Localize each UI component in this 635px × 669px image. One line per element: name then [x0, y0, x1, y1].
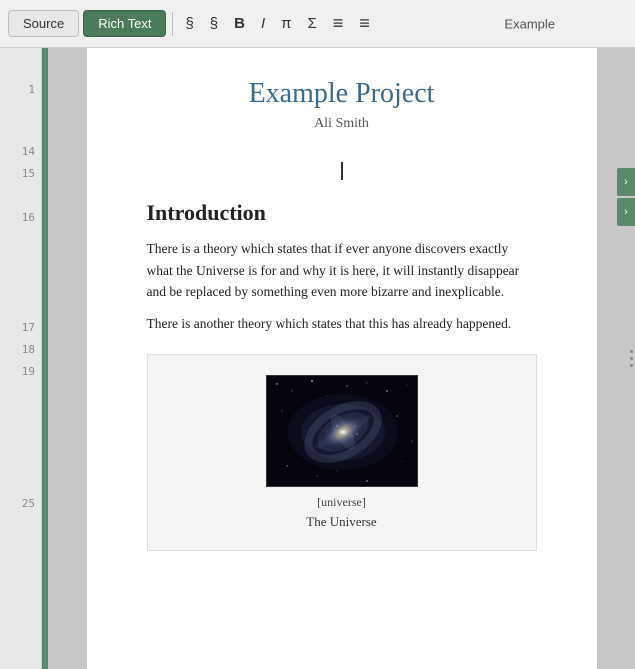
image-container: [universe] The Universe: [147, 354, 537, 551]
right-dots: [627, 48, 635, 669]
galaxy-svg: [267, 376, 418, 487]
page: Example Project Ali Smith Introduction T…: [87, 48, 597, 669]
line-num-19: 19: [22, 360, 35, 382]
dot-3: [630, 364, 633, 367]
line-num-25: 25: [22, 492, 35, 514]
separator-1: [172, 12, 173, 36]
italic-button[interactable]: I: [255, 12, 271, 35]
toolbar-title: Example: [504, 16, 555, 31]
line-num-1: 1: [28, 78, 35, 100]
dot-2: [630, 357, 633, 360]
line-num-15: 15: [22, 162, 35, 184]
section-btn-2[interactable]: §: [204, 12, 224, 35]
line-num-17: 17: [22, 316, 35, 338]
unordered-list-button[interactable]: ≡: [353, 10, 376, 37]
ordered-list-button[interactable]: ≡: [327, 10, 350, 37]
paragraph-2: There is another theory which states tha…: [147, 313, 537, 335]
line-num-14: 14: [22, 140, 35, 162]
cursor-area: [147, 162, 537, 180]
paragraph-1: There is a theory which states that if e…: [147, 238, 537, 303]
line-numbers: 1 14 15 16 17 18 19 25: [0, 48, 42, 669]
sigma-button[interactable]: Σ: [302, 12, 323, 35]
dot-1: [630, 350, 633, 353]
richtext-tab[interactable]: Rich Text: [83, 10, 166, 37]
image-caption: The Universe: [306, 514, 376, 530]
main-area: 1 14 15 16 17 18 19 25 Example Project A…: [0, 48, 635, 669]
line-num-18: 18: [22, 338, 35, 360]
document-area[interactable]: Example Project Ali Smith Introduction T…: [48, 48, 635, 669]
text-cursor: [341, 162, 343, 180]
source-tab[interactable]: Source: [8, 10, 79, 37]
toolbar: Example Source Rich Text § § B I π Σ ≡ ≡: [0, 0, 635, 48]
line-num-16: 16: [22, 206, 35, 228]
bold-button[interactable]: B: [228, 12, 251, 35]
section-heading: Introduction: [147, 200, 537, 226]
section-btn-1[interactable]: §: [179, 12, 199, 35]
document-author: Ali Smith: [147, 116, 537, 132]
document-title: Example Project: [147, 78, 537, 110]
galaxy-image: [266, 375, 418, 487]
image-tag: [universe]: [317, 495, 366, 510]
pi-button[interactable]: π: [275, 12, 297, 35]
